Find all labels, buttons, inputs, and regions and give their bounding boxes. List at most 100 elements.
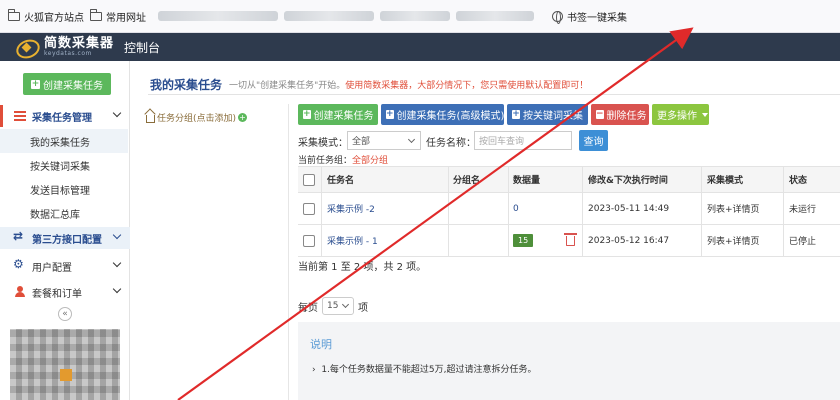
name-label: 任务名称： — [426, 138, 476, 149]
task-name-link[interactable]: 采集示例 -2 — [327, 193, 375, 224]
instructions-panel: 说明 › 1.每个任务数据量不能超过5万,超过请注意拆分任务。 — [298, 322, 840, 400]
menu-label: 用户配置 — [32, 262, 72, 274]
bookmark-label: 火狐官方站点 — [24, 12, 84, 24]
task-name-link[interactable]: 采集示例 - 1 — [327, 225, 378, 256]
button-label: 按关键词采集 — [523, 111, 583, 122]
qr-code-image — [10, 329, 120, 400]
add-group-icon[interactable]: + — [238, 113, 248, 122]
collapse-sidebar-button[interactable]: « — [58, 307, 72, 321]
button-label: 删除任务 — [606, 111, 647, 122]
menu-label: 采集任务管理 — [32, 112, 92, 124]
task-name-input[interactable]: 按回车查询 — [474, 131, 572, 150]
sidebar-menu-user-config[interactable]: 用户配置 — [0, 255, 130, 277]
logo[interactable]: 简数采集器 keydatas.com — [44, 37, 114, 57]
create-task-advanced-button[interactable]: + 创建采集任务(高级模式) — [381, 104, 504, 125]
sidebar-menu-plans-orders[interactable]: 套餐和订单 — [0, 281, 130, 303]
data-count-badge[interactable]: 15 — [513, 234, 534, 247]
chevron-down-icon — [112, 108, 122, 118]
more-actions-button[interactable]: 更多操作 — [652, 104, 709, 125]
bookmarks-bar: 火狐官方站点 常用网址 书签一键采集 — [0, 0, 840, 33]
folder-icon — [8, 8, 20, 21]
divider — [288, 104, 289, 400]
select-all-checkbox[interactable] — [303, 167, 315, 192]
data-count[interactable]: 0 — [513, 193, 519, 224]
per-page-suffix: 项 — [358, 302, 368, 314]
modified-time: 2023-05-11 14:49 — [588, 203, 670, 214]
bookmark-one-click-collect[interactable]: 书签一键采集 — [552, 9, 627, 24]
sidebar-menu-task-management[interactable]: 采集任务管理 — [0, 105, 130, 127]
task-group-label: 任务分组(点击添加) — [157, 114, 237, 124]
page-subtitle: 一切从"创建采集任务"开始。使用简数采集器，大部分情况下，您只需使用默认配置即可… — [229, 78, 588, 91]
blurred-bookmarks — [380, 11, 450, 21]
table-header-row: 任务名 分组名 数据量 修改&下次执行时间 采集模式 状态 — [298, 166, 840, 193]
pager-summary: 当前第 1 至 2 项，共 2 项。 — [298, 262, 427, 273]
column-header: 数据量 — [513, 176, 541, 186]
menu-label: 第三方接口配置 — [32, 234, 102, 246]
collect-mode: 列表+详情页 — [707, 205, 760, 215]
task-group-link[interactable]: 任务分组(点击添加) + — [146, 111, 248, 124]
status-text: 未运行 — [789, 205, 817, 215]
column-header: 采集模式 — [707, 176, 744, 186]
current-group-value[interactable]: 全部分组 — [352, 156, 388, 166]
sidebar-item-my-tasks[interactable]: 我的采集任务 — [0, 129, 128, 153]
query-button[interactable]: 查询 — [579, 130, 608, 151]
plus-icon: + — [512, 109, 520, 119]
bookmark-label: 书签一键采集 — [567, 12, 627, 24]
sidebar-item-target-management[interactable]: 发送目标管理 — [0, 177, 128, 201]
per-page-control: 每页 15 项 — [298, 297, 368, 315]
column-header: 任务名 — [327, 176, 355, 186]
create-task-toolbar-button[interactable]: + 创建采集任务 — [298, 104, 378, 125]
bookmark-label: 常用网址 — [106, 12, 146, 24]
subtitle-highlight: 使用简数采集器，大部分情况下，您只需使用默认配置即可！ — [345, 81, 589, 91]
sidebar: + 创建采集任务 采集任务管理 我的采集任务 按关键词采集 发送目标管理 数据汇… — [0, 61, 130, 400]
sidebar-menu-api-config[interactable]: 第三方接口配置 — [0, 227, 130, 249]
chevron-down-icon — [407, 135, 416, 144]
sidebar-item-keyword-collect[interactable]: 按关键词采集 — [0, 153, 128, 177]
sidebar-item-label: 发送目标管理 — [30, 185, 90, 197]
mode-select[interactable]: 全部 — [347, 131, 421, 150]
chevron-down-icon — [112, 230, 122, 240]
chevron-down-icon — [112, 258, 122, 268]
plus-icon: + — [303, 109, 311, 119]
table-row[interactable]: 采集示例 - 1 15 2023-05-12 16:47 列表+详情页 已停止 — [298, 225, 840, 257]
collect-mode: 列表+详情页 — [707, 237, 760, 247]
subtitle-text: 一切从"创建采集任务"开始。 — [229, 81, 346, 91]
trash-icon[interactable] — [564, 233, 577, 246]
column-header: 分组名 — [453, 176, 481, 186]
modified-time: 2023-05-12 16:47 — [588, 235, 670, 246]
gear-icon — [13, 257, 26, 272]
console-title: 控制台 — [124, 40, 161, 55]
plus-icon: + — [31, 78, 40, 89]
chevron-right-icon: › — [312, 365, 322, 375]
menu-label: 套餐和订单 — [32, 288, 82, 300]
blurred-bookmarks — [284, 11, 374, 21]
per-page-select[interactable]: 15 — [322, 297, 354, 315]
instructions-item[interactable]: › 1.每个任务数据量不能超过5万,超过请注意拆分任务。 — [312, 362, 537, 375]
column-header: 状态 — [789, 176, 808, 186]
data-count-cell: 15 — [513, 225, 534, 256]
logo-domain: keydatas.com — [44, 50, 92, 57]
instructions-text: 1.每个任务数据量不能超过5万,超过请注意拆分任务。 — [321, 365, 537, 375]
app-header: 简数采集器 keydatas.com 控制台 — [0, 33, 840, 61]
mode-label: 采集模式： — [298, 138, 348, 149]
globe-icon — [552, 10, 563, 24]
sidebar-item-label: 我的采集任务 — [30, 137, 90, 149]
row-checkbox[interactable] — [303, 234, 315, 247]
swap-icon — [13, 229, 26, 244]
bookmark-firefox-site[interactable]: 火狐官方站点 — [8, 8, 84, 24]
create-task-button[interactable]: + 创建采集任务 — [23, 73, 111, 95]
delete-task-button[interactable]: − 删除任务 — [591, 104, 649, 125]
checkbox[interactable] — [303, 173, 315, 186]
current-group: 当前任务组：全部分组 — [298, 153, 388, 166]
sidebar-item-label: 数据汇总库 — [30, 209, 80, 221]
list-icon — [14, 110, 26, 122]
bookmark-common-urls[interactable]: 常用网址 — [90, 8, 146, 24]
logo-icon — [14, 38, 40, 56]
row-checkbox[interactable] — [303, 202, 315, 215]
sidebar-item-data-library[interactable]: 数据汇总库 — [0, 201, 128, 225]
per-page-prefix: 每页 — [298, 302, 318, 314]
keyword-collect-button[interactable]: + 按关键词采集 — [507, 104, 588, 125]
table-row[interactable]: 采集示例 -2 0 2023-05-11 14:49 列表+详情页 未运行 — [298, 193, 840, 225]
divider — [148, 94, 840, 95]
create-task-label: 创建采集任务 — [43, 80, 103, 92]
